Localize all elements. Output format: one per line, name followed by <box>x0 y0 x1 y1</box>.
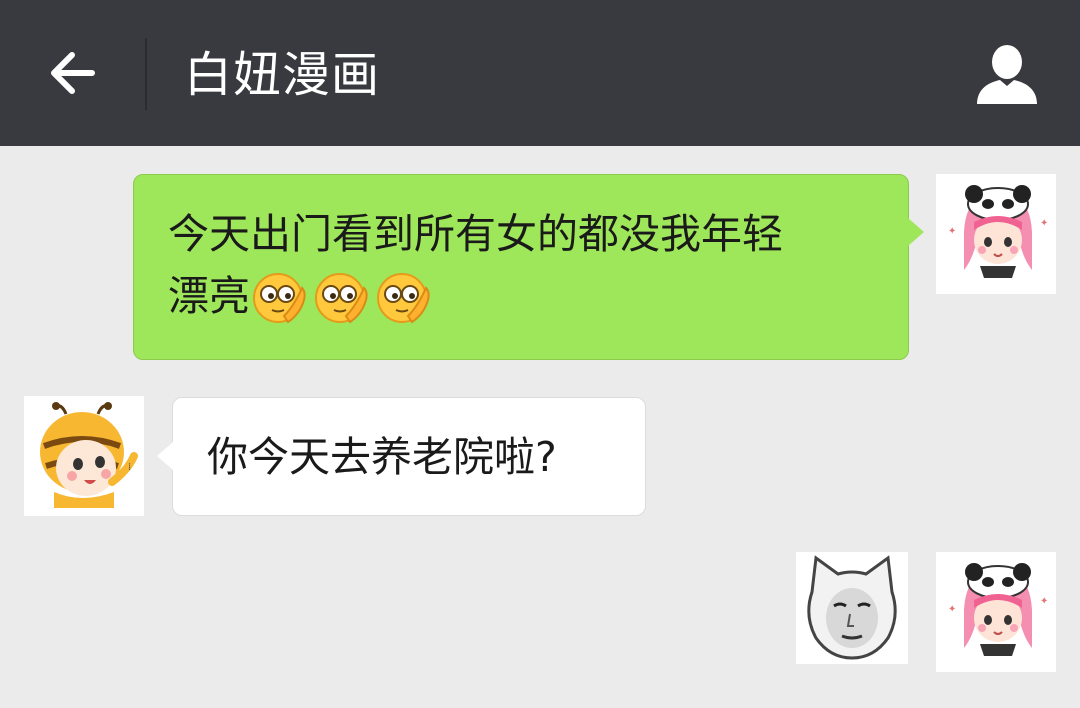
header-divider <box>145 38 147 110</box>
svg-text:✦: ✦ <box>1040 596 1048 607</box>
thinking-face-emoji-icon <box>377 273 430 324</box>
svg-text:✦: ✦ <box>948 604 956 615</box>
chat-info-button[interactable] <box>972 40 1042 110</box>
svg-text:✦: ✦ <box>948 226 956 237</box>
svg-text:⁞: ⁞ <box>128 462 131 473</box>
incoming-message-bubble[interactable]: 你今天去养老院啦? <box>172 397 646 516</box>
chat-title: 白妞漫画 <box>184 47 381 103</box>
title-bar: 白妞漫画 <box>0 0 1080 146</box>
message-text-line: 漂亮 <box>168 265 878 328</box>
bubble-tail <box>157 442 173 470</box>
message-text-line: 今天出门看到所有女的都没我年轻 <box>168 210 783 258</box>
bee-costume-kid-avatar-icon: ⁞ <box>24 396 144 516</box>
person-icon <box>977 45 1037 104</box>
cat-face-meme-sticker-icon <box>796 552 908 664</box>
back-button[interactable] <box>38 38 108 108</box>
message-text: 漂亮 <box>168 272 250 320</box>
cat-face-meme-sticker[interactable] <box>796 552 908 664</box>
self-avatar[interactable]: ✦ ✦ <box>936 552 1056 672</box>
contact-avatar[interactable]: ⁞ <box>24 396 144 516</box>
bubble-tail <box>908 218 924 246</box>
outgoing-message-bubble[interactable]: 今天出门看到所有女的都没我年轻 漂亮 <box>133 174 909 360</box>
thinking-face-emoji-icon <box>253 273 306 324</box>
thinking-face-emoji-icon <box>315 273 368 324</box>
arrow-left-icon <box>51 52 95 94</box>
message-text: 你今天去养老院啦? <box>207 433 557 481</box>
panda-hat-girl-avatar-icon: ✦ ✦ <box>936 552 1056 672</box>
svg-text:✦: ✦ <box>1040 218 1048 229</box>
panda-hat-girl-avatar-icon: ✦ ✦ <box>936 174 1056 294</box>
self-avatar[interactable]: ✦ ✦ <box>936 174 1056 294</box>
